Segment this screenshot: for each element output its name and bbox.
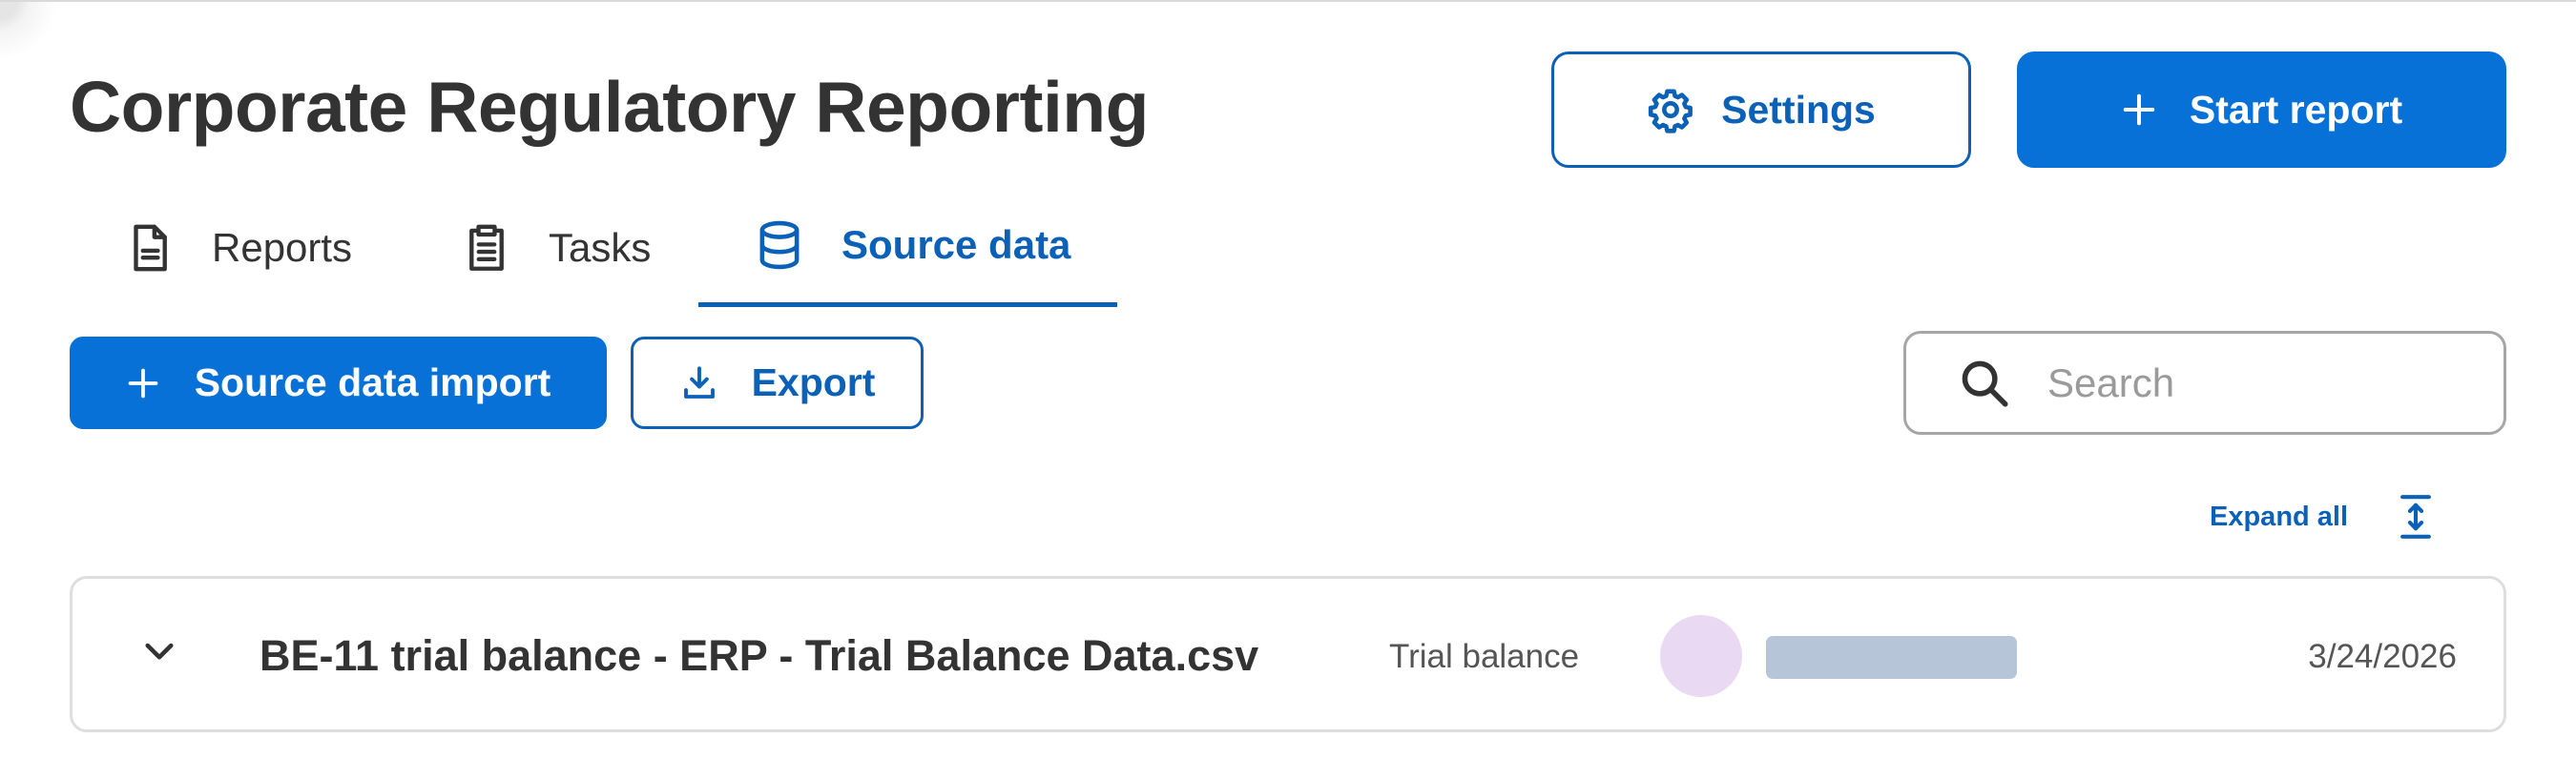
expand-all-button[interactable]: Expand all [2210, 483, 2436, 550]
search-icon [1962, 360, 2008, 407]
expand-all-icon [2400, 495, 2431, 539]
corporate-regulatory-reporting-page: Corporate Regulatory Reporting Settings … [0, 0, 2576, 759]
settings-button[interactable]: Settings [1551, 51, 1971, 168]
source-file-name: BE-11 trial balance - ERP - Trial Balanc… [260, 631, 1259, 680]
tab-reports-label: Reports [212, 224, 353, 270]
page-title: Corporate Regulatory Reporting [70, 67, 1149, 147]
tab-source-data[interactable]: Source data [698, 188, 1117, 307]
source-data-import-button[interactable]: Source data import [70, 337, 607, 429]
plus-icon [2123, 93, 2155, 126]
start-report-label: Start report [2189, 87, 2403, 132]
row-expand-toggle[interactable] [137, 630, 181, 674]
export-button-label: Export [751, 360, 876, 404]
download-icon [683, 365, 715, 399]
window-corner-shadow [0, 2, 86, 69]
redacted-user-name [1766, 636, 2017, 679]
plus-icon [128, 368, 158, 398]
table-row[interactable]: BE-11 trial balance - ERP - Trial Balanc… [70, 576, 2506, 732]
chevron-down-icon [145, 643, 174, 660]
document-icon [134, 224, 167, 271]
source-data-type: Trial balance [1389, 638, 1580, 675]
expand-all-label: Expand all [2210, 501, 2349, 532]
clipboard-icon [469, 224, 504, 271]
tab-source-data-label: Source data [841, 222, 1071, 267]
row-date: 3/24/2026 [2308, 638, 2457, 675]
start-report-button[interactable]: Start report [2017, 51, 2506, 168]
tab-reports[interactable]: Reports [122, 188, 352, 307]
export-button[interactable]: Export [631, 337, 924, 429]
gear-icon [1649, 89, 1693, 133]
settings-button-label: Settings [1721, 87, 1876, 132]
tab-tasks-label: Tasks [549, 224, 652, 270]
tab-tasks[interactable]: Tasks [459, 188, 651, 307]
source-data-import-label: Source data import [194, 360, 551, 404]
search-box[interactable] [1903, 331, 2506, 435]
search-input[interactable] [2047, 359, 2458, 406]
database-icon [759, 220, 800, 270]
avatar [1660, 615, 1742, 697]
